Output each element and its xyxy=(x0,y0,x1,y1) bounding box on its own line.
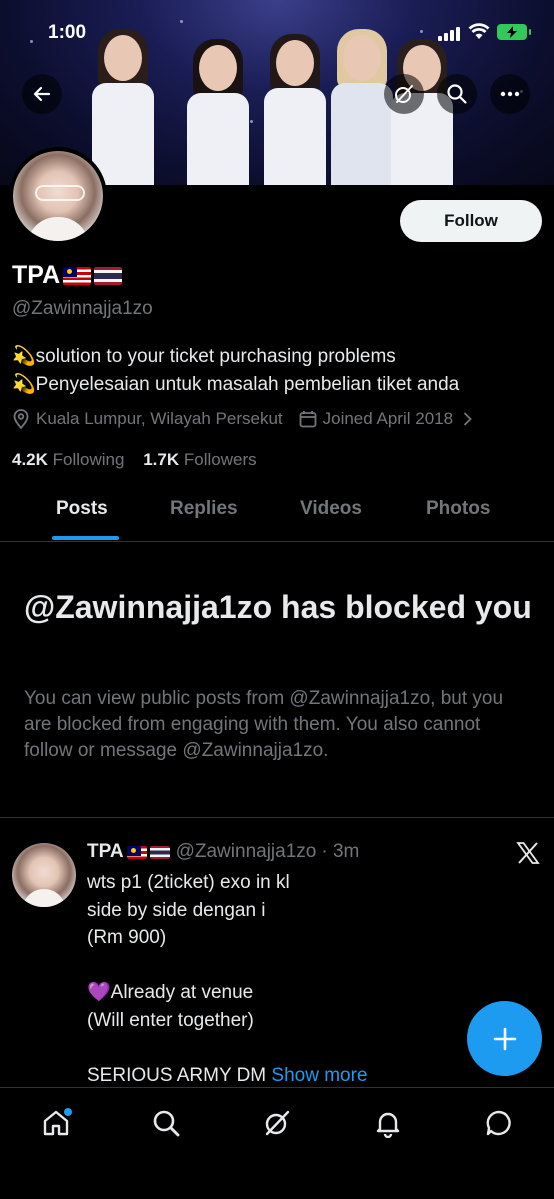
x-logo-icon xyxy=(516,840,540,871)
show-more-link[interactable]: Show more xyxy=(271,1065,367,1086)
location-pin-icon xyxy=(13,409,29,429)
post-time: · 3m xyxy=(321,841,360,862)
arrow-left-icon xyxy=(33,86,51,102)
post-line: wts p1 (2ticket) exo in kl xyxy=(87,872,290,893)
follow-counts: 4.2K Following 1.7K Followers xyxy=(12,450,257,470)
grok-icon xyxy=(265,1110,290,1136)
tab-replies[interactable]: Replies xyxy=(170,498,238,520)
blocked-description: You can view public posts from @Zawinnaj… xyxy=(24,688,504,761)
post-line: (Rm 900) xyxy=(87,927,167,948)
nav-notifications[interactable] xyxy=(370,1105,406,1141)
bottom-navigation xyxy=(0,1087,554,1199)
status-time: 1:00 xyxy=(48,22,87,43)
follow-button[interactable]: Follow xyxy=(400,200,542,242)
post-line: 💜Already at venue xyxy=(87,982,254,1003)
notification-dot xyxy=(64,1108,72,1116)
profile-meta: Kuala Lumpur, Wilayah Persekut Joined Ap… xyxy=(12,409,473,429)
grok-button[interactable] xyxy=(384,74,424,114)
nav-grok[interactable] xyxy=(259,1105,295,1141)
post-author-name[interactable]: TPA xyxy=(87,841,124,863)
search-icon xyxy=(447,84,467,104)
chevron-right-icon[interactable] xyxy=(463,412,473,426)
messages-icon xyxy=(486,1110,511,1136)
nav-messages[interactable] xyxy=(481,1105,517,1141)
bio-line: 💫Penyelesaian untuk masalah pembelian ti… xyxy=(12,374,460,395)
blocked-title: @Zawinnajja1zo has blocked you xyxy=(24,589,532,625)
bio-line: 💫solution to your ticket purchasing prob… xyxy=(12,346,396,367)
back-button[interactable] xyxy=(22,74,62,114)
profile-bio: 💫solution to your ticket purchasing prob… xyxy=(12,343,459,399)
profile-handle: @Zawinnajja1zo xyxy=(12,298,153,319)
post-avatar[interactable] xyxy=(12,843,76,907)
post-text[interactable]: wts p1 (2ticket) exo in kl side by side … xyxy=(87,869,447,1089)
more-button[interactable] xyxy=(490,74,530,114)
thailand-flag-icon xyxy=(94,266,123,285)
status-bar: 1:00 xyxy=(0,0,554,60)
calendar-icon xyxy=(299,411,317,428)
profile-avatar[interactable] xyxy=(9,147,107,245)
post-line: side by side dengan i xyxy=(87,899,266,921)
profile-location: Kuala Lumpur, Wilayah Persekut xyxy=(36,409,283,428)
compose-post-button[interactable] xyxy=(467,1001,542,1076)
profile-tabs: Posts Replies Videos Photos xyxy=(0,488,554,542)
divider xyxy=(0,817,554,818)
active-tab-indicator xyxy=(52,536,119,540)
nav-home[interactable] xyxy=(38,1105,74,1141)
search-icon xyxy=(153,1110,180,1137)
profile-name: TPA xyxy=(12,261,61,289)
grok-icon xyxy=(395,85,413,103)
profile-joined[interactable]: Joined April 2018 xyxy=(323,409,453,429)
plus-icon xyxy=(493,1027,516,1050)
post-line: SERIOUS ARMY DM Show more xyxy=(87,1064,368,1086)
post-header: TPA @Zawinnajja1zo · 3m xyxy=(87,841,359,863)
profile-name-row: TPA xyxy=(12,261,123,290)
battery-icon xyxy=(497,24,531,40)
followers-link[interactable]: 1.7K Followers xyxy=(143,450,256,469)
tab-videos[interactable]: Videos xyxy=(300,498,362,520)
search-button[interactable] xyxy=(437,74,477,114)
following-link[interactable]: 4.2K Following xyxy=(12,450,124,469)
post-author-handle[interactable]: @Zawinnajja1zo xyxy=(176,841,317,863)
tab-photos[interactable]: Photos xyxy=(426,498,490,520)
malaysia-flag-icon xyxy=(126,845,147,859)
nav-search[interactable] xyxy=(148,1105,184,1141)
tab-posts[interactable]: Posts xyxy=(56,498,108,520)
more-horizontal-icon xyxy=(500,91,520,97)
cellular-signal-icon xyxy=(438,27,460,41)
thailand-flag-icon xyxy=(149,845,170,859)
notifications-icon xyxy=(376,1112,400,1138)
wifi-icon xyxy=(468,23,490,39)
malaysia-flag-icon xyxy=(63,266,92,285)
post-line: (Will enter together) xyxy=(87,1009,254,1031)
